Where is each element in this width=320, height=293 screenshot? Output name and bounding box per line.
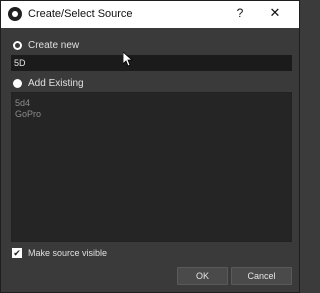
add-existing-radio-option[interactable]: Add Existing [13,76,84,90]
title-bar: Create/Select Source ? ✕ [1,1,299,28]
cancel-button[interactable]: Cancel [231,267,292,285]
make-source-visible-checkbox[interactable]: ✔ [12,248,22,258]
create-new-label: Create new [28,39,80,51]
list-item[interactable]: GoPro [12,109,291,120]
create-new-radio[interactable] [13,40,22,50]
list-item[interactable]: 5d4 [12,98,291,109]
make-source-visible-option[interactable]: ✔ Make source visible [12,248,107,258]
obs-logo-icon [8,7,22,21]
existing-sources-list[interactable]: 5d4 GoPro [11,92,292,242]
create-select-source-dialog: Create/Select Source ? ✕ Create new Add … [0,0,300,293]
make-source-visible-label: Make source visible [28,248,108,258]
window-title: Create/Select Source [28,8,133,20]
source-name-input[interactable] [11,55,292,71]
add-existing-label: Add Existing [28,77,84,89]
create-new-radio-option[interactable]: Create new [13,38,79,52]
help-icon[interactable]: ? [233,6,247,22]
add-existing-radio[interactable] [13,78,22,88]
ok-button[interactable]: OK [177,267,228,285]
close-icon[interactable]: ✕ [267,5,283,21]
